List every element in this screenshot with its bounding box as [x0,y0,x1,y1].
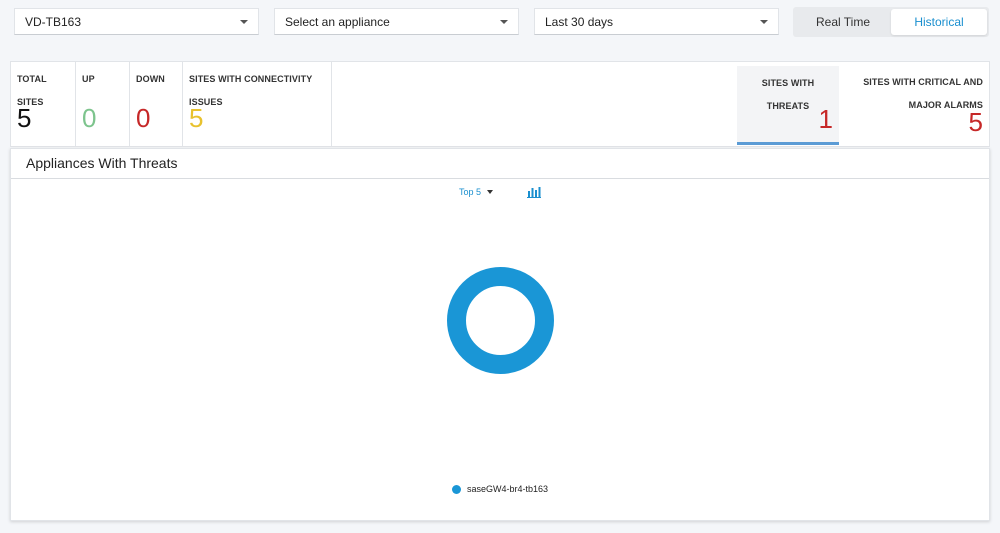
stat-up[interactable]: UP 0 [76,62,130,146]
chart-controls: Top 5 [459,186,542,198]
donut-slice-0[interactable] [447,267,554,374]
chart-legend: saseGW4-br4-tb163 [452,484,548,494]
stat-total-sites[interactable]: TOTAL SITES 5 [11,62,76,146]
tenant-select[interactable]: VD-TB163 [14,8,259,35]
stat-value: 5 [17,103,32,133]
stat-value: 5 [189,103,204,133]
time-range-select[interactable]: Last 30 days [534,8,779,35]
stat-value: 0 [136,103,151,133]
stat-label: UP [82,74,95,84]
historical-tab[interactable]: Historical [891,9,987,35]
stat-value: 0 [82,103,97,133]
stat-label: SITES WITH CRITICAL AND MAJOR ALARMS [863,77,983,110]
chevron-down-icon [760,19,768,24]
panel-title: Appliances With Threats [11,149,989,179]
chevron-down-icon [500,19,508,24]
stat-critical-major-alarms[interactable]: SITES WITH CRITICAL AND MAJOR ALARMS 5 [839,62,989,146]
tenant-select-value: VD-TB163 [25,14,82,29]
selected-indicator [737,142,839,145]
stat-label: SITES WITH CONNECTIVITY ISSUES [189,74,313,107]
summary-stats: TOTAL SITES 5 UP 0 DOWN 0 SITES WITH CON… [10,61,990,147]
stat-label: DOWN [136,74,165,84]
threats-donut-chart [447,267,554,374]
appliance-select[interactable]: Select an appliance [274,8,519,35]
real-time-tab[interactable]: Real Time [795,9,891,35]
chevron-down-icon [240,19,248,24]
appliance-select-placeholder: Select an appliance [285,14,390,29]
appliances-threats-panel: Appliances With Threats Top 5 saseGW4-br… [10,148,990,521]
filter-bar: VD-TB163 Select an appliance Last 30 day… [14,7,989,37]
stat-connectivity-issues[interactable]: SITES WITH CONNECTIVITY ISSUES 5 [183,62,332,146]
legend-item[interactable]: saseGW4-br4-tb163 [452,484,548,494]
mode-toggle: Real Time Historical [793,7,989,37]
stat-value: 5 [968,107,983,137]
stats-spacer [332,62,737,146]
chevron-down-icon [487,190,494,194]
legend-dot-icon [452,484,461,494]
top-n-select[interactable]: Top 5 [459,187,494,197]
legend-label: saseGW4-br4-tb163 [467,484,549,494]
stat-sites-with-threats[interactable]: SITES WITH THREATS 1 [737,66,839,145]
stat-down[interactable]: DOWN 0 [130,62,183,146]
time-range-value: Last 30 days [545,14,614,29]
top-n-label: Top 5 [459,187,482,197]
bar-chart-icon[interactable] [527,186,542,198]
stat-value: 1 [818,104,833,134]
